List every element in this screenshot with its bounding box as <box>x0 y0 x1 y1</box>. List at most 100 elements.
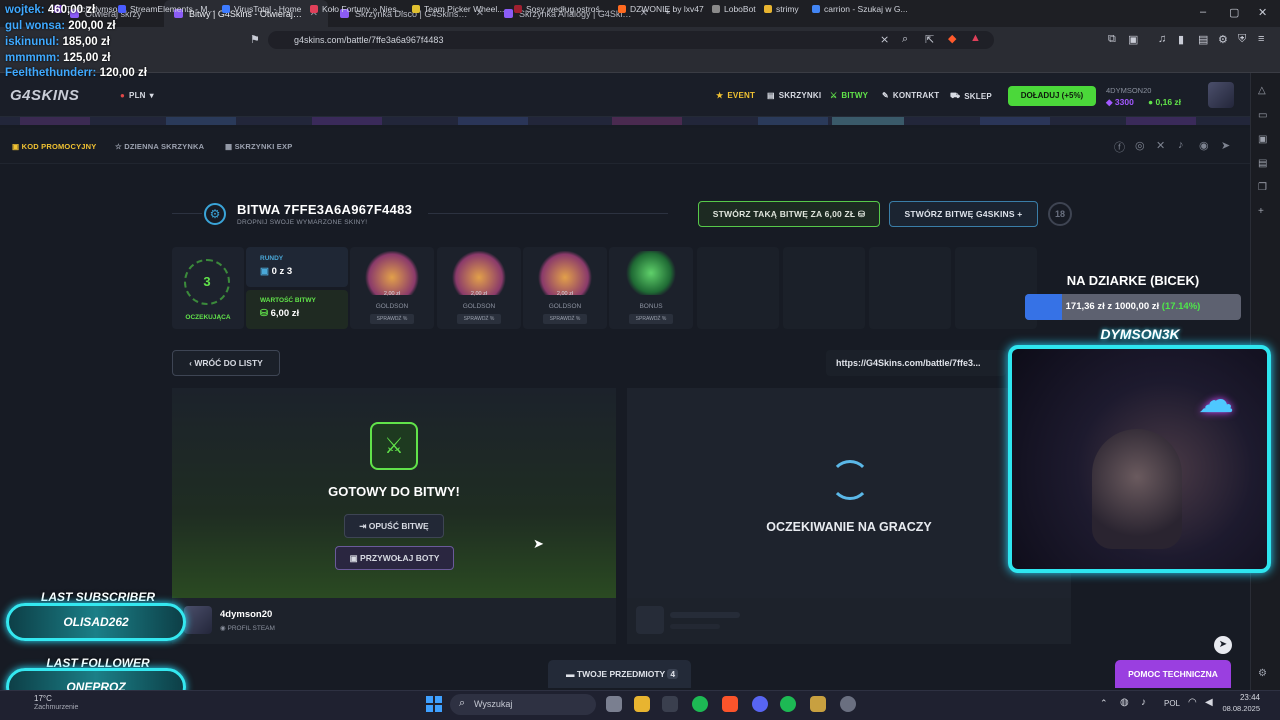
x-twitter-icon[interactable]: ✕ <box>1156 139 1165 152</box>
live-drop[interactable] <box>458 117 528 125</box>
bookmark-item[interactable]: LoboBot <box>712 4 756 14</box>
daily-case-link[interactable]: ☆ DZIENNA SKRZYNKA <box>115 142 204 151</box>
live-drop[interactable] <box>166 117 236 125</box>
wallet-icon[interactable]: ▤ <box>1198 33 1208 46</box>
back-to-list-button[interactable]: ‹ WRÓĆ DO LISTY <box>172 350 280 376</box>
clock-date[interactable]: 08.08.2025 <box>1200 704 1260 713</box>
nav-cases[interactable]: ▤ SKRZYNKI <box>767 91 821 100</box>
telegram-icon[interactable]: ➤ <box>1221 139 1230 152</box>
weather-temp[interactable]: 17°C <box>34 694 52 703</box>
add-panel-icon[interactable]: + <box>1258 206 1264 217</box>
check-odds-button[interactable]: SPRAWDŹ % <box>370 314 414 324</box>
instagram-icon[interactable]: ◎ <box>1135 139 1145 152</box>
tray-chevron-icon[interactable]: ⌃ <box>1100 698 1108 709</box>
live-drop[interactable] <box>758 117 828 125</box>
player-name[interactable]: 4dymson20 <box>220 609 272 620</box>
check-odds-button[interactable]: SPRAWDŹ % <box>543 314 587 324</box>
start-icon[interactable] <box>426 696 442 712</box>
microphone-icon[interactable]: ♪ <box>1141 697 1146 708</box>
spotify-icon[interactable] <box>780 696 796 712</box>
bookmark-icon[interactable]: ⚑ <box>250 33 260 46</box>
bookmark-folder[interactable]: strimy <box>764 4 799 14</box>
create-g4skins-battle-button[interactable]: STWÓRZ BITWĘ G4SKINS + <box>889 201 1038 227</box>
wallet-icon[interactable]: ▭ <box>1258 110 1267 121</box>
zoom-icon[interactable]: ⌕ <box>902 33 908 46</box>
steam-profile-link[interactable]: ◉ PROFIL STEAM <box>220 624 275 632</box>
battle-case[interactable]: BONUS SPRAWDŹ % <box>609 247 693 329</box>
tray-app-icon[interactable]: ◍ <box>1120 697 1129 708</box>
maximize-icon[interactable]: ▢ <box>1229 6 1239 19</box>
battle-case[interactable]: 2,00 zł GOLDSON SPRAWDŹ % <box>350 247 434 329</box>
battle-case[interactable]: 2,00 zł GOLDSON SPRAWDŹ % <box>437 247 521 329</box>
leave-battle-button[interactable]: ⇥ OPUŚĆ BITWĘ <box>344 514 444 538</box>
check-odds-button[interactable]: SPRAWDŹ % <box>629 314 673 324</box>
app-icon[interactable] <box>662 696 678 712</box>
battle-case[interactable]: 2,00 zł GOLDSON SPRAWDŹ % <box>523 247 607 329</box>
share-url-field[interactable]: https://G4Skins.com/battle/7ffe3... <box>826 350 1006 376</box>
deposit-button[interactable]: DOŁADUJ (+5%) <box>1008 86 1096 106</box>
share-icon[interactable]: ⇱ <box>925 33 934 46</box>
bookmark-item[interactable]: StreamElements - M... <box>118 4 215 14</box>
exp-cases-link[interactable]: ▦ SKRZYNKI EXP <box>225 142 292 151</box>
vpn-icon[interactable]: ▣ <box>1258 134 1267 145</box>
spotify-icon[interactable] <box>692 696 708 712</box>
rewards-icon[interactable]: ▲ <box>970 32 981 44</box>
app-icon[interactable] <box>840 696 856 712</box>
bookmark-item[interactable]: Sosy według ostroś... <box>514 4 607 14</box>
bookmark-item[interactable]: DZWONIĘ by lxv47 <box>618 4 704 14</box>
bookmark-item[interactable]: Koło Fortuny » Nies... <box>310 4 404 14</box>
ai-icon[interactable]: △ <box>1258 85 1266 96</box>
check-odds-button[interactable]: SPRAWDŹ % <box>457 314 501 324</box>
discord-icon[interactable] <box>752 696 768 712</box>
live-drop[interactable] <box>612 117 682 125</box>
bookmark-item[interactable]: carrion - Szukaj w G... <box>812 4 908 14</box>
app-icon[interactable] <box>810 696 826 712</box>
send-icon[interactable]: ➤ <box>1214 636 1232 654</box>
create-same-battle-button[interactable]: STWÓRZ TAKĄ BITWĘ ZA 6,00 ZŁ ⛁ <box>698 201 880 227</box>
your-items-button[interactable]: ▬ TWOJE PRZEDMIOTY 4 <box>548 660 691 688</box>
discord-icon[interactable]: ◉ <box>1199 139 1209 152</box>
nav-shop[interactable]: ⛟ SKLEP <box>950 91 992 101</box>
close-window-icon[interactable]: ✕ <box>1258 6 1267 19</box>
sidebar-toggle-icon[interactable]: ▮ <box>1178 33 1184 46</box>
menu-icon[interactable]: ≡ <box>1258 33 1264 45</box>
bookmark-item[interactable]: VirusTotal - Home <box>222 4 301 14</box>
settings-icon[interactable]: ⚙ <box>1218 33 1228 46</box>
live-drop[interactable] <box>20 117 90 125</box>
minimize-icon[interactable]: – <box>1200 6 1206 18</box>
task-view-icon[interactable] <box>606 696 622 712</box>
file-explorer-icon[interactable] <box>634 696 650 712</box>
support-button[interactable]: POMOC TECHNICZNA <box>1115 660 1231 688</box>
tiktok-icon[interactable]: ♪ <box>1178 139 1184 151</box>
extension-icon[interactable]: ⧉ <box>1108 33 1116 46</box>
bookmark-item[interactable]: Team Picker Wheel... <box>412 4 504 14</box>
live-drop[interactable] <box>832 117 904 125</box>
summon-bots-button[interactable]: ▣ PRZYWOŁAJ BOTY <box>335 546 454 570</box>
username[interactable]: 4DYMSON20 <box>1106 86 1151 95</box>
settings-icon[interactable]: ⚙ <box>1258 668 1267 679</box>
live-drop[interactable] <box>980 117 1050 125</box>
avatar[interactable] <box>1208 82 1234 108</box>
currency-selector[interactable]: ● PLN ▾ <box>120 91 154 100</box>
facebook-icon[interactable]: ⓕ <box>1114 139 1125 155</box>
nav-event[interactable]: ★ EVENT <box>716 91 755 100</box>
live-drop[interactable] <box>312 117 382 125</box>
language-indicator[interactable]: POL <box>1164 699 1180 708</box>
live-drop[interactable] <box>1126 117 1196 125</box>
vpn-icon[interactable]: ⛨ <box>1238 33 1246 46</box>
nav-battles[interactable]: ⚔ BITWY <box>830 91 868 100</box>
clock-time[interactable]: 23:44 <box>1220 693 1260 702</box>
player-avatar[interactable] <box>184 606 212 634</box>
bookmarks-icon[interactable]: ❐ <box>1258 182 1267 193</box>
site-logo[interactable]: G4SKINS <box>10 87 79 104</box>
extension-icon[interactable]: ▣ <box>1128 33 1138 46</box>
translate-icon[interactable]: ⨯ <box>880 33 889 46</box>
brave-shield-icon[interactable]: ◆ <box>948 32 956 45</box>
brave-icon[interactable] <box>722 696 738 712</box>
wifi-icon[interactable]: ◠ <box>1188 697 1197 708</box>
reading-list-icon[interactable]: ▤ <box>1258 158 1267 169</box>
promo-code-link[interactable]: ▣ KOD PROMOCYJNY <box>12 142 96 151</box>
nav-contract[interactable]: ✎ KONTRAKT <box>882 91 939 100</box>
music-icon[interactable]: ♫ <box>1158 33 1166 45</box>
taskbar-search[interactable]: Wyszukaj <box>450 694 596 715</box>
